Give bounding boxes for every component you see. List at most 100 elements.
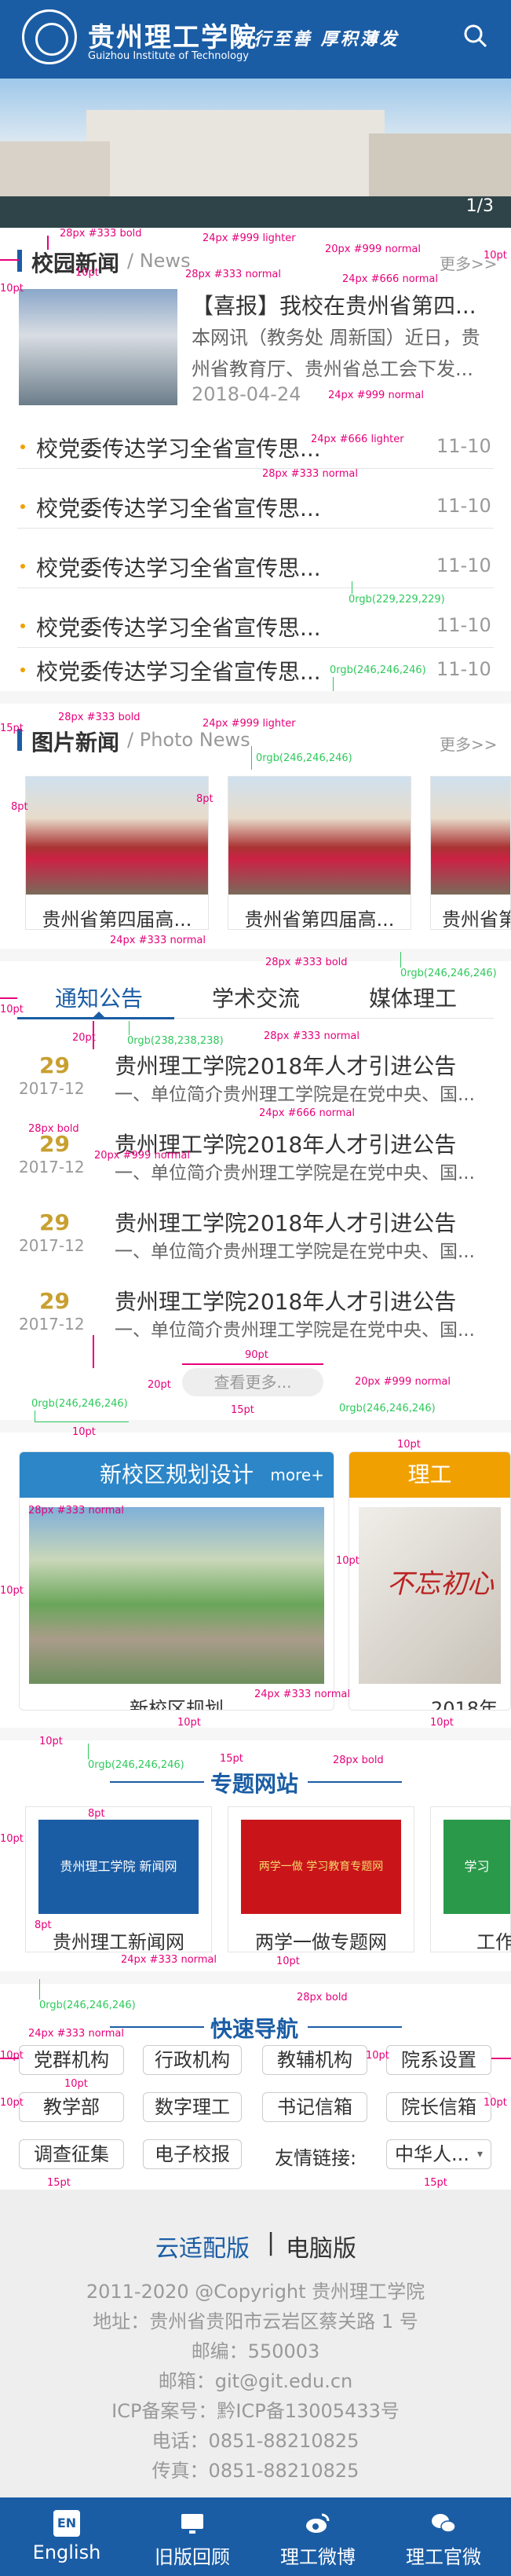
bottom-nav-weibo[interactable]: 理工微博	[254, 2497, 381, 2576]
news-item-date: 11-10	[436, 554, 491, 576]
notice-desc: 一、单位简介贵州理工学院是在党中央、国...	[115, 1085, 475, 1105]
photo-news-card[interactable]: 贵州省第四届高...	[228, 776, 411, 930]
spec-annotation: 8pt	[35, 1919, 52, 1931]
news-item-date: 11-10	[436, 495, 491, 517]
card-title: 新校区规划设计	[99, 1462, 254, 1487]
nav-button[interactable]: 书记信箱	[262, 2092, 367, 2122]
spec-annotation: 10pt	[64, 2078, 88, 2090]
news-item-title[interactable]: 校党委传达学习全省宣传思...	[36, 492, 321, 523]
campus-plan-card[interactable]: 新校区规划设计 more+ 新校区规划	[19, 1451, 334, 1711]
topic-site-image: 学习	[443, 1820, 510, 1914]
topic-site-image: 两学一做 学习教育专题网	[241, 1820, 401, 1914]
notice-title[interactable]: 贵州理工学院2018年人才引进公告	[115, 1285, 456, 1316]
topic-site-caption: 工作	[476, 1931, 511, 1953]
bullet-icon	[20, 668, 25, 672]
theme-card[interactable]: 理工 不忘初心 2018年	[349, 1451, 511, 1711]
wechat-icon	[432, 2514, 456, 2533]
bullet-icon	[20, 624, 25, 628]
news-item-title[interactable]: 校党委传达学习全省宣传思...	[36, 655, 321, 686]
nav-button[interactable]: 院长信箱	[386, 2092, 491, 2122]
notice-desc: 一、单位简介贵州理工学院是在党中央、国...	[115, 1242, 475, 1262]
quicknav-title: 快速导航	[210, 2016, 299, 2042]
nav-button[interactable]: 教学部	[19, 2092, 124, 2122]
spec-annotation: 28px #333 bold	[60, 228, 142, 240]
bottom-nav: EN English 旧版回顾 理工微博 理工官微	[0, 2497, 511, 2576]
spec-annotation: 28px #333 bold	[265, 957, 348, 968]
spec-annotation: 10pt	[484, 250, 507, 262]
chevron-down-icon: ▾	[476, 2148, 483, 2161]
tab-academic[interactable]: 学术交流	[212, 982, 300, 1013]
tab-notices[interactable]: 通知公告	[55, 982, 143, 1013]
notice-month: 2017-12	[19, 1158, 85, 1176]
school-logo-icon[interactable]	[22, 9, 77, 64]
bullet-icon	[20, 504, 25, 509]
nav-button[interactable]: 教辅机构	[262, 2045, 367, 2075]
desktop-version-link[interactable]: 电脑版	[286, 2229, 356, 2263]
topic-site-card[interactable]: 贵州理工学院 新闻网 贵州理工新闻网	[25, 1806, 212, 1953]
notice-title[interactable]: 贵州理工学院2018年人才引进公告	[115, 1206, 456, 1238]
news-item-date: 11-10	[436, 614, 491, 636]
monitor-icon	[181, 2514, 203, 2534]
spec-annotation: 28px #333 normal	[262, 468, 359, 480]
news-item-title[interactable]: 校党委传达学习全省宣传思...	[36, 551, 321, 583]
spec-annotation: 10pt	[177, 1717, 201, 1729]
spec-annotation: 15pt	[231, 1404, 254, 1416]
photo-news-more-link[interactable]: 更多>>	[440, 732, 498, 755]
notice-title[interactable]: 贵州理工学院2018年人才引进公告	[115, 1049, 456, 1081]
spec-annotation: 10pt	[0, 1585, 24, 1597]
spec-annotation: 8pt	[11, 801, 28, 813]
spec-annotation: 10pt	[39, 1736, 63, 1747]
news-item-title[interactable]: 校党委传达学习全省宣传思...	[36, 611, 321, 642]
spec-annotation: 10pt	[75, 267, 99, 279]
spec-annotation: 24px #666 normal	[259, 1107, 356, 1119]
view-more-button[interactable]: 查看更多...	[182, 1368, 323, 1396]
photo-news-title[interactable]: 图片新闻	[31, 726, 119, 757]
tab-media[interactable]: 媒体理工	[369, 982, 457, 1013]
banner-carousel[interactable]: 1/3	[0, 79, 511, 228]
nav-button[interactable]: 电子校报	[143, 2139, 242, 2169]
footer-icp: ICP备案号：黔ICP备13005433号	[111, 2400, 400, 2422]
spec-annotation: 24px #333 normal	[254, 1689, 351, 1700]
spec-annotation: 0rgb(246,246,246)	[88, 1759, 184, 1771]
spec-annotation: 10pt	[0, 283, 24, 295]
theme-image-text: 不忘初心	[387, 1568, 494, 1600]
nav-button[interactable]: 数字理工	[143, 2092, 242, 2122]
spec-annotation: 28px bold	[333, 1755, 384, 1766]
logo-title[interactable]: 贵州理工学院	[88, 16, 257, 54]
mobile-version-link[interactable]: 云适配版	[155, 2229, 250, 2263]
spec-annotation: 28px #333 normal	[28, 1505, 125, 1517]
spec-annotation: 10pt	[484, 2097, 507, 2109]
en-icon: EN	[53, 2510, 80, 2537]
card-more-link[interactable]: more+	[270, 1452, 324, 1498]
nav-button[interactable]: 院系设置	[386, 2045, 491, 2075]
featured-news-title[interactable]: 【喜报】我校在贵州省第四...	[192, 289, 476, 320]
bullet-icon	[20, 445, 25, 449]
photo-news-card[interactable]: 贵州省第四届高...	[25, 776, 209, 930]
nav-button[interactable]: 党群机构	[19, 2045, 124, 2075]
search-icon[interactable]	[463, 24, 488, 49]
friend-links-select[interactable]: 中华人... ▾	[386, 2139, 491, 2169]
spec-annotation: 8pt	[196, 793, 214, 805]
nav-button[interactable]: 调查征集	[19, 2139, 124, 2169]
photo-news-card[interactable]: 贵州省第	[430, 776, 511, 930]
featured-news-image[interactable]	[19, 289, 177, 405]
topic-site-card[interactable]: 两学一做 学习教育专题网 两学一做专题网	[228, 1806, 414, 1953]
card-caption: 2018年	[431, 1698, 498, 1711]
banner-counter: 1/3	[465, 196, 494, 216]
spec-annotation: 24px #999 normal	[328, 390, 425, 401]
notice-month: 2017-12	[19, 1236, 85, 1255]
bottom-nav-english[interactable]: EN English	[3, 2497, 130, 2576]
spec-annotation: 20pt	[148, 1379, 171, 1391]
motto: 知行至善 厚积薄发	[234, 29, 400, 49]
bottom-nav-old-version[interactable]: 旧版回顾	[129, 2497, 256, 2576]
topic-site-card[interactable]: 学习 工作	[430, 1806, 511, 1953]
nav-button[interactable]: 行政机构	[143, 2045, 242, 2075]
spec-annotation: 10pt	[366, 2050, 389, 2062]
spec-annotation: 28px #333 normal	[264, 1030, 360, 1042]
spec-annotation: 10pt	[430, 1717, 454, 1729]
spec-annotation: 10pt	[276, 1956, 300, 1967]
spec-annotation: 15pt	[220, 1753, 243, 1765]
bottom-nav-wechat[interactable]: 理工官微	[380, 2497, 507, 2576]
news-item-title[interactable]: 校党委传达学习全省宣传思...	[36, 432, 321, 463]
featured-news-date: 2018-04-24	[192, 383, 301, 405]
